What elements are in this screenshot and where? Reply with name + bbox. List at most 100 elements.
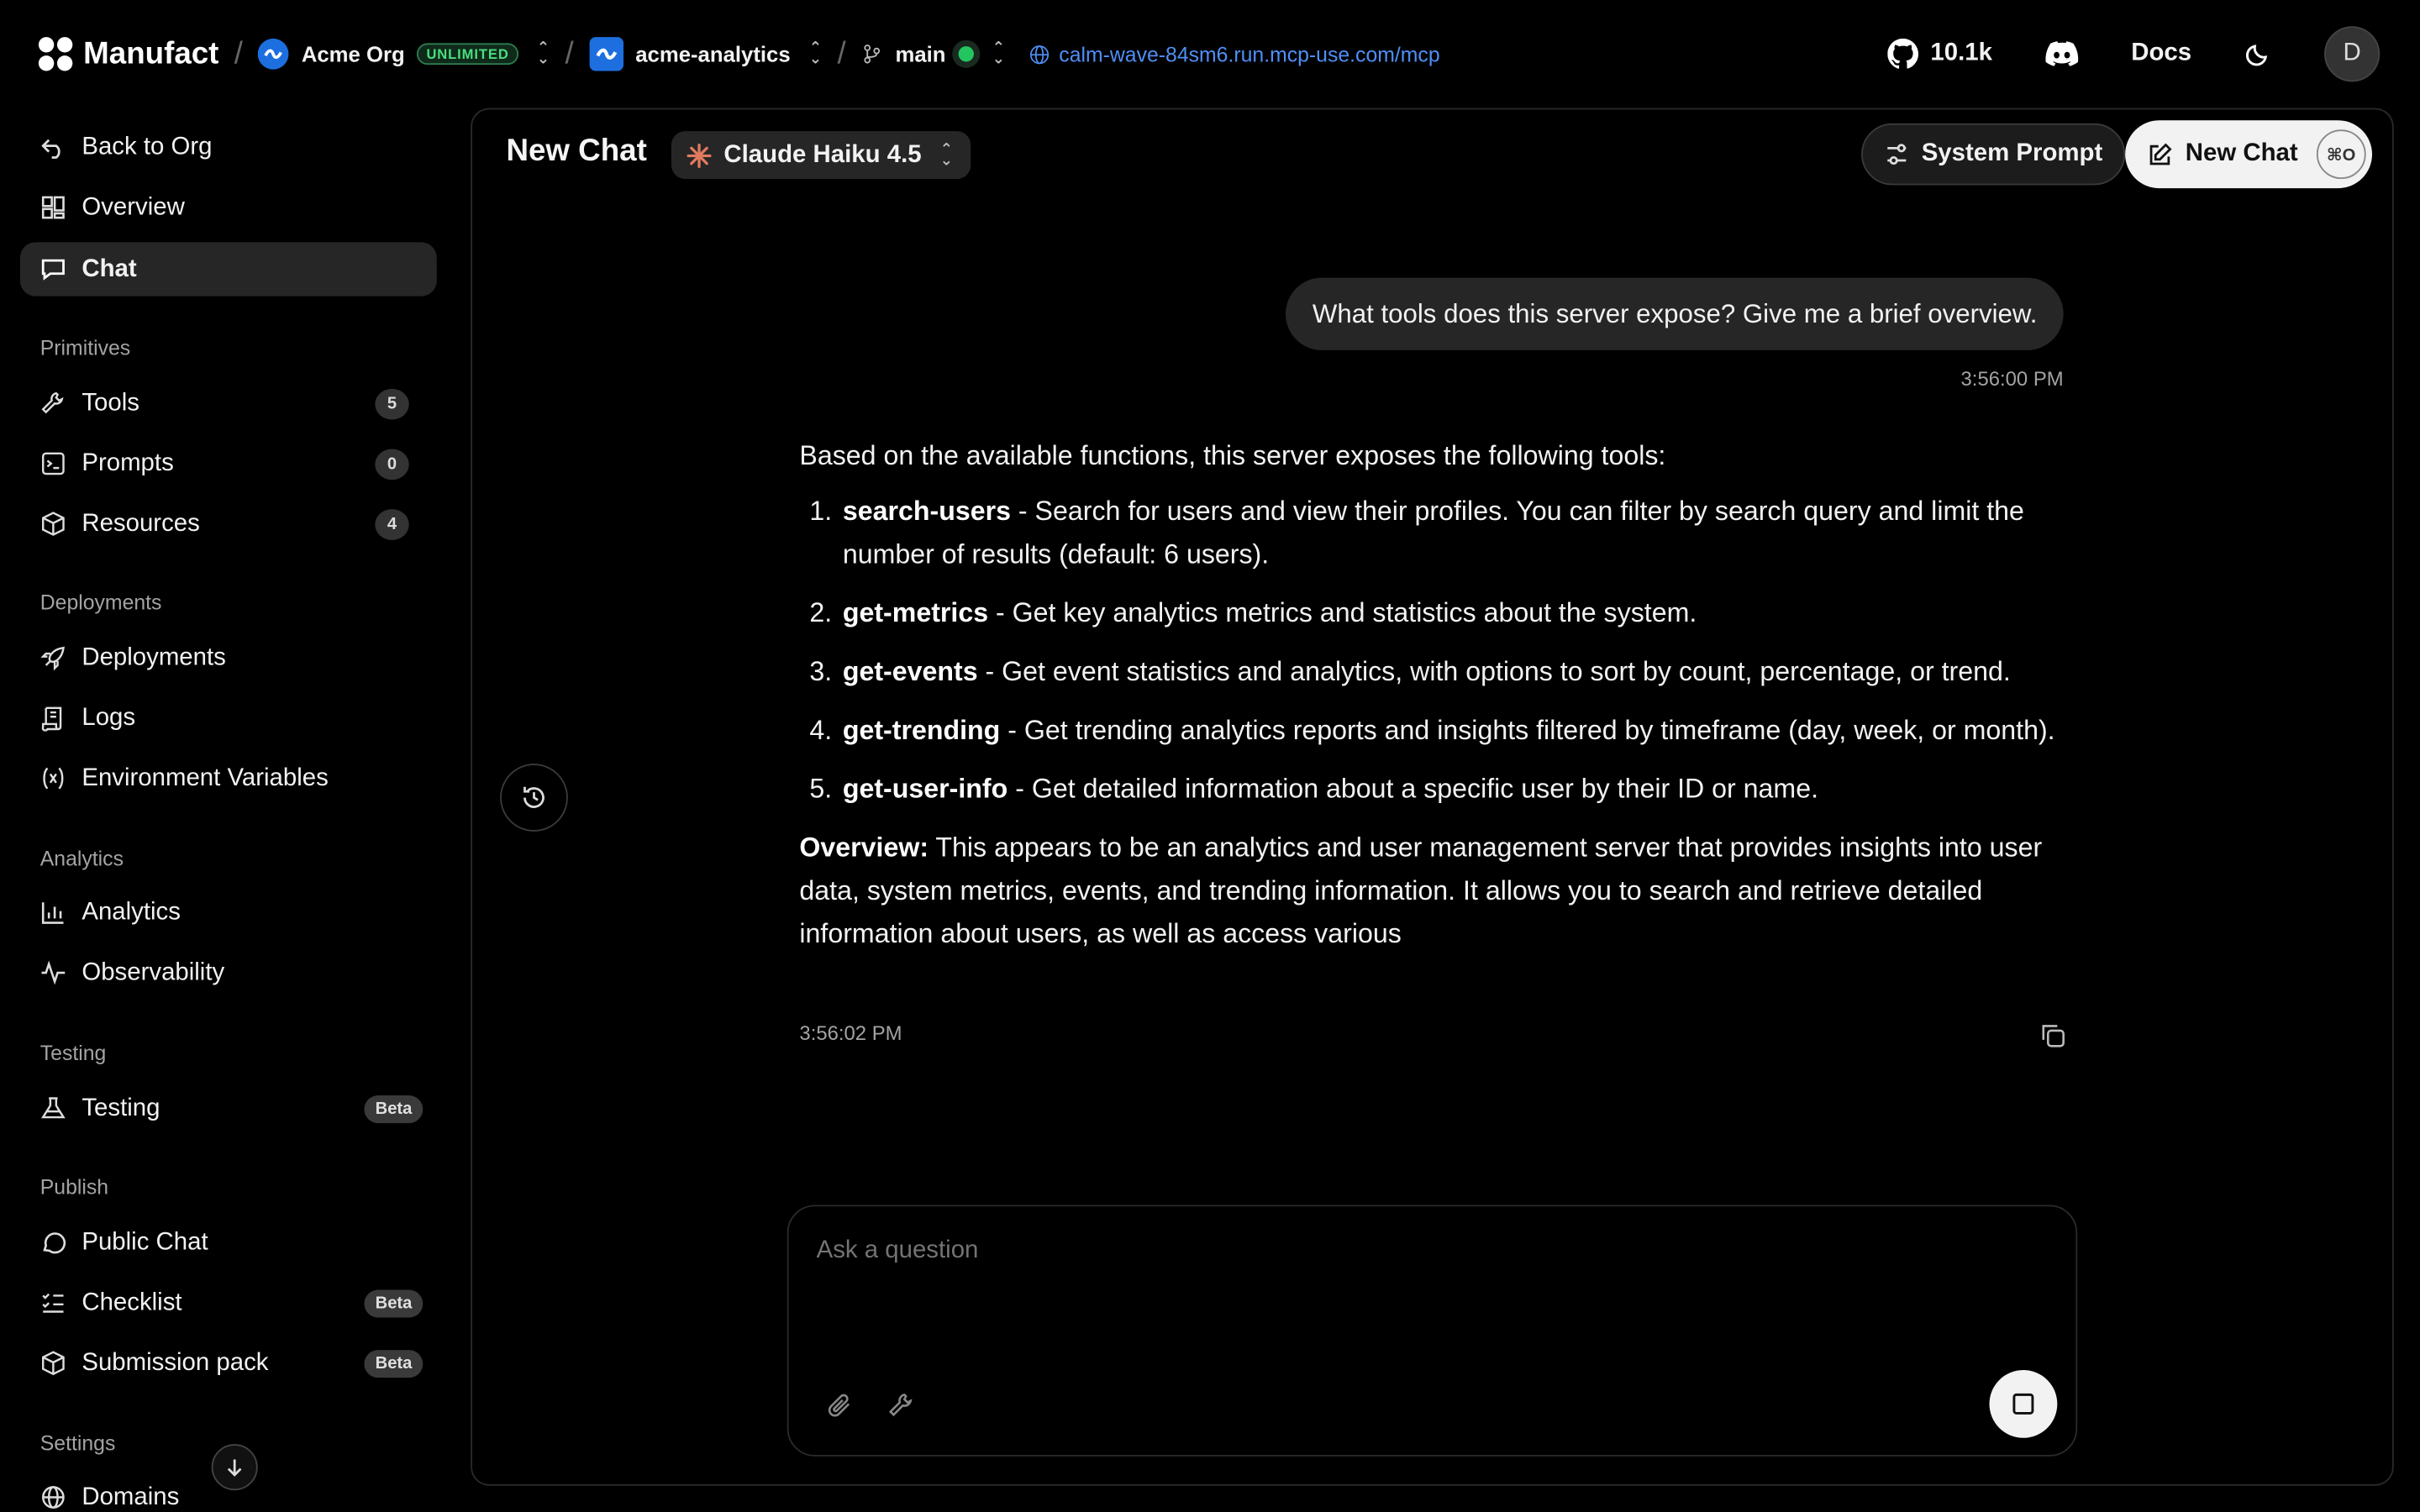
wrench-icon[interactable]: [887, 1392, 915, 1420]
message-square-icon: [41, 259, 65, 281]
list-item: get-trending - Get trending analytics re…: [839, 708, 2065, 751]
activity-icon: [41, 960, 66, 985]
claude-sparkle-icon: [687, 143, 712, 168]
sidebar-item-label: Domains: [82, 1483, 180, 1510]
manufact-logo-icon: [38, 37, 73, 71]
project-switcher[interactable]: acme-analytics ⌃ ⌄: [589, 37, 822, 71]
chevron-updown-icon: ⌃ ⌄: [536, 39, 550, 68]
tool-name: get-trending: [842, 714, 1001, 746]
avatar[interactable]: D: [2324, 26, 2381, 82]
sidebar-item-label: Tools: [82, 389, 139, 416]
brand-name: Manufact: [83, 36, 219, 71]
composer-placeholder[interactable]: Ask a question: [817, 1237, 979, 1265]
new-chat-label: New Chat: [2185, 140, 2298, 167]
answer-overview: Overview: This appears to be an analytic…: [799, 826, 2065, 955]
history-button[interactable]: [500, 764, 568, 832]
flask-icon: [41, 1097, 66, 1119]
copy-icon[interactable]: [2039, 1021, 2066, 1049]
scroll-down-button[interactable]: [211, 1444, 258, 1491]
sidebar-item-logs[interactable]: Logs: [20, 691, 437, 745]
chat-panel: New Chat Claude Haiku 4.5 ⌃ ⌄ System Prom…: [471, 108, 2394, 1486]
section-deployments: Deployments: [39, 591, 162, 615]
system-prompt-button[interactable]: System Prompt: [1861, 123, 2126, 186]
list-item: get-user-info - Get detailed information…: [839, 767, 2065, 810]
org-name: Acme Org: [301, 41, 405, 66]
sidebar-item-deployments[interactable]: Deployments: [20, 631, 437, 685]
list-item: search-users - Search for users and view…: [839, 489, 2065, 575]
git-branch-icon: [864, 45, 881, 64]
new-chat-button[interactable]: New Chat ⌘O: [2125, 120, 2372, 189]
branch-name: main: [895, 41, 946, 66]
tool-desc: - Get detailed information about a speci…: [1007, 773, 1819, 804]
sidebar-item-label: Resources: [82, 510, 200, 537]
moon-icon[interactable]: [2244, 40, 2272, 68]
section-publish: Publish: [39, 1175, 109, 1200]
sidebar-item-label: Public Chat: [82, 1228, 208, 1256]
tool-name: get-user-info: [842, 773, 1008, 804]
assistant-message: Based on the available functions, this s…: [799, 433, 2065, 955]
beta-badge: Beta: [364, 1095, 424, 1123]
sidebar-item-back-to-org[interactable]: Back to Org: [20, 120, 437, 174]
sidebar-item-label: Back to Org: [82, 133, 213, 160]
sidebar: Back to Org Overview Chat Primitives Too…: [0, 108, 457, 1512]
tool-desc: - Get event statistics and analytics, wi…: [977, 655, 2011, 687]
sidebar-item-tools[interactable]: Tools 5: [20, 376, 437, 430]
stop-button[interactable]: [1989, 1369, 2058, 1438]
github-stars: 10.1k: [1930, 39, 1992, 66]
sidebar-item-analytics[interactable]: Analytics: [20, 885, 437, 939]
rocket-icon: [40, 646, 65, 671]
org-icon: [258, 38, 290, 70]
sidebar-item-label: Checklist: [82, 1289, 182, 1315]
message-circle-icon: [43, 1232, 66, 1254]
sidebar-item-observability[interactable]: Observability: [20, 946, 437, 1000]
model-name: Claude Haiku 4.5: [723, 141, 922, 168]
sidebar-item-prompts[interactable]: Prompts 0: [20, 437, 437, 491]
model-selector[interactable]: Claude Haiku 4.5 ⌃ ⌄: [671, 131, 972, 180]
arrow-down-icon: [227, 1459, 242, 1477]
sidebar-item-label: Chat: [82, 255, 137, 282]
project-name: acme-analytics: [635, 41, 791, 66]
message-timestamp: 3:56:00 PM: [1960, 367, 2064, 391]
overview-text: This appears to be an analytics and user…: [799, 831, 2043, 949]
tool-desc: - Search for users and view their profil…: [842, 495, 2024, 570]
tool-name: get-metrics: [842, 596, 989, 628]
server-url-link[interactable]: calm-wave-84sm6.run.mcp-use.com/mcp: [1029, 42, 1440, 66]
sidebar-item-label: Overview: [82, 193, 185, 220]
discord-icon[interactable]: [2044, 40, 2078, 68]
history-icon: [523, 786, 544, 808]
top-bar: Manufact / Acme Org UNLIMITED ⌃ ⌄ / acme-…: [0, 0, 2420, 108]
branch-switcher[interactable]: main ⌃ ⌄: [861, 41, 1005, 67]
github-link[interactable]: 10.1k: [1886, 38, 1992, 70]
sidebar-item-testing[interactable]: Testing Beta: [20, 1082, 437, 1136]
brand-logo[interactable]: Manufact: [37, 35, 218, 72]
page-title: New Chat: [506, 134, 647, 169]
answer-intro: Based on the available functions, this s…: [799, 439, 1666, 471]
sidebar-item-label: Observability: [82, 958, 225, 985]
sidebar-item-resources[interactable]: Resources 4: [20, 496, 437, 550]
paperclip-icon[interactable]: [826, 1392, 854, 1420]
org-switcher[interactable]: Acme Org UNLIMITED ⌃ ⌄: [258, 38, 550, 70]
section-analytics: Analytics: [39, 847, 124, 870]
tool-name: search-users: [842, 495, 1011, 527]
sidebar-item-submission-pack[interactable]: Submission pack Beta: [20, 1336, 437, 1390]
docs-link[interactable]: Docs: [2131, 40, 2191, 68]
sidebar-item-public-chat[interactable]: Public Chat: [20, 1215, 437, 1269]
sidebar-item-label: Prompts: [82, 449, 174, 476]
server-url: calm-wave-84sm6.run.mcp-use.com/mcp: [1059, 42, 1440, 66]
sidebar-item-environment-variables[interactable]: Environment Variables: [20, 751, 437, 805]
section-settings: Settings: [39, 1431, 116, 1456]
message-timestamp: 3:56:02 PM: [799, 1021, 902, 1045]
chevron-updown-icon: ⌃ ⌄: [939, 141, 954, 170]
variable-icon: [43, 767, 64, 790]
count-badge: 5: [375, 387, 409, 419]
wrench-icon: [41, 391, 64, 414]
shortcut-hint: ⌘O: [2316, 129, 2366, 180]
sidebar-item-checklist[interactable]: Checklist Beta: [20, 1276, 437, 1330]
breadcrumb-separator: /: [837, 36, 846, 71]
scroll-text-icon: [41, 706, 62, 732]
sidebar-item-chat[interactable]: Chat: [19, 242, 437, 297]
github-icon: [1886, 38, 1918, 69]
message-composer[interactable]: Ask a question: [786, 1205, 2078, 1457]
sidebar-item-label: Testing: [82, 1095, 160, 1121]
sidebar-item-overview[interactable]: Overview: [20, 181, 437, 234]
